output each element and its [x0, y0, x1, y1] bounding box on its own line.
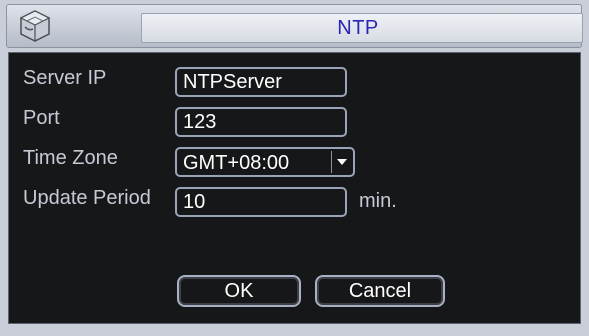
port-label: Port — [23, 107, 60, 129]
settings-panel: Server IP Port Time Zone GMT+08:00 Updat… — [8, 52, 581, 324]
ntp-dialog: NTP Server IP Port Time Zone GMT+08:00 U… — [0, 0, 589, 336]
title-bar: NTP — [6, 4, 583, 48]
title-panel: NTP — [141, 13, 583, 43]
update-period-input[interactable] — [175, 187, 347, 217]
time-zone-value: GMT+08:00 — [183, 152, 290, 174]
dialog-title: NTP — [337, 16, 379, 39]
update-period-unit: min. — [359, 190, 397, 212]
update-period-label: Update Period — [23, 187, 151, 209]
server-ip-input[interactable] — [175, 67, 347, 97]
ok-button[interactable]: OK — [177, 275, 301, 307]
cancel-button[interactable]: Cancel — [315, 275, 445, 307]
time-zone-select[interactable]: GMT+08:00 — [175, 147, 355, 177]
chevron-down-icon[interactable] — [331, 151, 351, 173]
cube-logo-icon — [19, 10, 51, 42]
time-zone-label: Time Zone — [23, 147, 118, 169]
server-ip-label: Server IP — [23, 67, 107, 89]
port-input[interactable] — [175, 107, 347, 137]
